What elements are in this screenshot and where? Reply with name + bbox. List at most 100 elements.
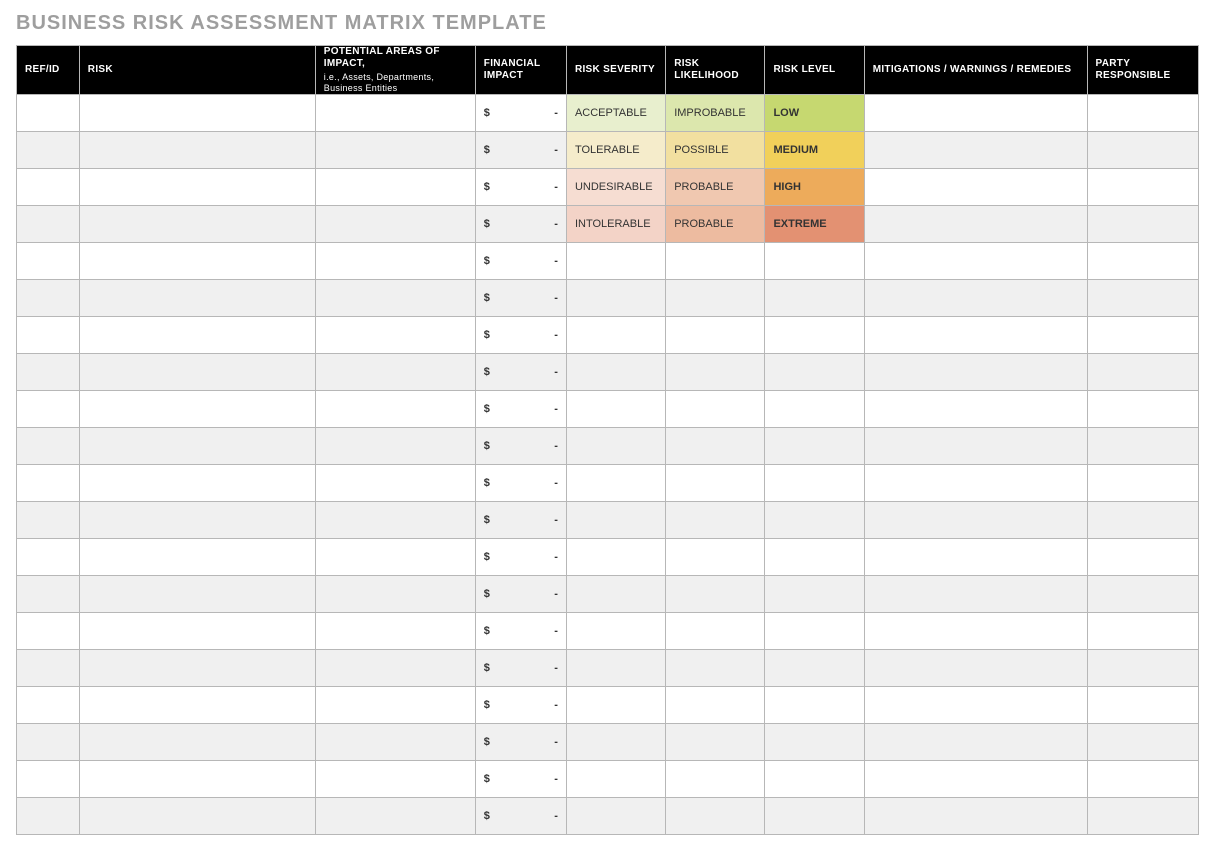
risk-cell[interactable] xyxy=(79,760,315,797)
mitigations-cell[interactable] xyxy=(864,686,1087,723)
risk-level-cell[interactable] xyxy=(765,464,864,501)
impact-areas-cell[interactable] xyxy=(315,760,475,797)
mitigations-cell[interactable] xyxy=(864,205,1087,242)
impact-areas-cell[interactable] xyxy=(315,94,475,131)
risk-severity-cell[interactable] xyxy=(566,686,665,723)
risk-severity-cell[interactable] xyxy=(566,464,665,501)
impact-areas-cell[interactable] xyxy=(315,538,475,575)
mitigations-cell[interactable] xyxy=(864,390,1087,427)
risk-cell[interactable] xyxy=(79,723,315,760)
ref-id-cell[interactable] xyxy=(17,538,80,575)
risk-likelihood-cell[interactable]: PROBABLE xyxy=(666,168,765,205)
ref-id-cell[interactable] xyxy=(17,649,80,686)
risk-level-cell[interactable] xyxy=(765,575,864,612)
risk-cell[interactable] xyxy=(79,242,315,279)
risk-likelihood-cell[interactable] xyxy=(666,538,765,575)
financial-impact-cell[interactable]: $- xyxy=(475,279,566,316)
financial-impact-cell[interactable]: $- xyxy=(475,501,566,538)
financial-impact-cell[interactable]: $- xyxy=(475,94,566,131)
impact-areas-cell[interactable] xyxy=(315,501,475,538)
party-responsible-cell[interactable] xyxy=(1087,723,1198,760)
risk-cell[interactable] xyxy=(79,427,315,464)
risk-likelihood-cell[interactable] xyxy=(666,501,765,538)
financial-impact-cell[interactable]: $- xyxy=(475,464,566,501)
risk-cell[interactable] xyxy=(79,501,315,538)
party-responsible-cell[interactable] xyxy=(1087,575,1198,612)
mitigations-cell[interactable] xyxy=(864,464,1087,501)
party-responsible-cell[interactable] xyxy=(1087,390,1198,427)
party-responsible-cell[interactable] xyxy=(1087,205,1198,242)
risk-level-cell[interactable] xyxy=(765,538,864,575)
risk-severity-cell[interactable] xyxy=(566,427,665,464)
financial-impact-cell[interactable]: $- xyxy=(475,390,566,427)
party-responsible-cell[interactable] xyxy=(1087,94,1198,131)
risk-likelihood-cell[interactable] xyxy=(666,649,765,686)
mitigations-cell[interactable] xyxy=(864,427,1087,464)
impact-areas-cell[interactable] xyxy=(315,316,475,353)
party-responsible-cell[interactable] xyxy=(1087,279,1198,316)
mitigations-cell[interactable] xyxy=(864,649,1087,686)
risk-severity-cell[interactable]: TOLERABLE xyxy=(566,131,665,168)
risk-likelihood-cell[interactable] xyxy=(666,390,765,427)
ref-id-cell[interactable] xyxy=(17,242,80,279)
risk-severity-cell[interactable] xyxy=(566,575,665,612)
risk-level-cell[interactable] xyxy=(765,649,864,686)
risk-level-cell[interactable] xyxy=(765,390,864,427)
mitigations-cell[interactable] xyxy=(864,94,1087,131)
risk-level-cell[interactable]: MEDIUM xyxy=(765,131,864,168)
risk-severity-cell[interactable]: UNDESIRABLE xyxy=(566,168,665,205)
risk-severity-cell[interactable] xyxy=(566,538,665,575)
financial-impact-cell[interactable]: $- xyxy=(475,427,566,464)
risk-cell[interactable] xyxy=(79,686,315,723)
party-responsible-cell[interactable] xyxy=(1087,501,1198,538)
risk-cell[interactable] xyxy=(79,131,315,168)
risk-cell[interactable] xyxy=(79,538,315,575)
ref-id-cell[interactable] xyxy=(17,168,80,205)
ref-id-cell[interactable] xyxy=(17,760,80,797)
impact-areas-cell[interactable] xyxy=(315,686,475,723)
risk-cell[interactable] xyxy=(79,575,315,612)
financial-impact-cell[interactable]: $- xyxy=(475,723,566,760)
risk-likelihood-cell[interactable] xyxy=(666,575,765,612)
impact-areas-cell[interactable] xyxy=(315,279,475,316)
risk-likelihood-cell[interactable] xyxy=(666,612,765,649)
mitigations-cell[interactable] xyxy=(864,575,1087,612)
impact-areas-cell[interactable] xyxy=(315,464,475,501)
risk-level-cell[interactable] xyxy=(765,353,864,390)
impact-areas-cell[interactable] xyxy=(315,242,475,279)
risk-level-cell[interactable] xyxy=(765,427,864,464)
risk-level-cell[interactable] xyxy=(765,316,864,353)
ref-id-cell[interactable] xyxy=(17,464,80,501)
mitigations-cell[interactable] xyxy=(864,538,1087,575)
mitigations-cell[interactable] xyxy=(864,279,1087,316)
mitigations-cell[interactable] xyxy=(864,168,1087,205)
impact-areas-cell[interactable] xyxy=(315,205,475,242)
financial-impact-cell[interactable]: $- xyxy=(475,316,566,353)
risk-likelihood-cell[interactable]: PROBABLE xyxy=(666,205,765,242)
risk-likelihood-cell[interactable] xyxy=(666,797,765,834)
risk-cell[interactable] xyxy=(79,168,315,205)
financial-impact-cell[interactable]: $- xyxy=(475,242,566,279)
impact-areas-cell[interactable] xyxy=(315,131,475,168)
risk-likelihood-cell[interactable] xyxy=(666,427,765,464)
risk-cell[interactable] xyxy=(79,464,315,501)
impact-areas-cell[interactable] xyxy=(315,168,475,205)
risk-level-cell[interactable] xyxy=(765,612,864,649)
financial-impact-cell[interactable]: $- xyxy=(475,538,566,575)
risk-cell[interactable] xyxy=(79,205,315,242)
financial-impact-cell[interactable]: $- xyxy=(475,797,566,834)
risk-level-cell[interactable]: EXTREME xyxy=(765,205,864,242)
impact-areas-cell[interactable] xyxy=(315,575,475,612)
financial-impact-cell[interactable]: $- xyxy=(475,575,566,612)
financial-impact-cell[interactable]: $- xyxy=(475,760,566,797)
risk-likelihood-cell[interactable] xyxy=(666,279,765,316)
party-responsible-cell[interactable] xyxy=(1087,686,1198,723)
party-responsible-cell[interactable] xyxy=(1087,353,1198,390)
risk-likelihood-cell[interactable]: IMPROBABLE xyxy=(666,94,765,131)
risk-severity-cell[interactable] xyxy=(566,649,665,686)
impact-areas-cell[interactable] xyxy=(315,612,475,649)
risk-level-cell[interactable]: HIGH xyxy=(765,168,864,205)
risk-cell[interactable] xyxy=(79,316,315,353)
risk-severity-cell[interactable] xyxy=(566,242,665,279)
risk-severity-cell[interactable] xyxy=(566,353,665,390)
